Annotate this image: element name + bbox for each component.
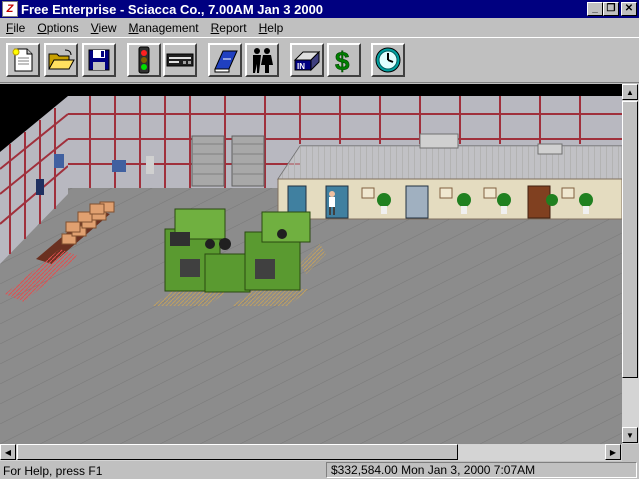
- dollar-icon: $: [335, 46, 351, 74]
- menu-view-label: iew: [98, 20, 117, 35]
- machine-icon: [166, 53, 194, 67]
- close-button[interactable]: ✕: [621, 2, 637, 16]
- new-button[interactable]: [6, 43, 40, 77]
- status-help-text: For Help, press F1: [3, 464, 103, 478]
- horizontal-scroll-thumb[interactable]: [17, 444, 458, 460]
- menu-options[interactable]: Options: [31, 21, 84, 35]
- save-button[interactable]: [82, 43, 116, 77]
- dollar-label: $: [335, 46, 350, 74]
- menu-help-label: elp: [267, 20, 284, 35]
- status-bar: For Help, press F1 $332,584.00 Mon Jan 3…: [0, 461, 639, 479]
- clock-button[interactable]: [371, 43, 405, 77]
- inbox-button[interactable]: IN: [290, 43, 324, 77]
- menu-help-hotkey: H: [258, 20, 268, 35]
- staff-button[interactable]: [245, 43, 279, 77]
- finance-button[interactable]: $: [327, 43, 361, 77]
- traffic-light-icon: [138, 46, 150, 74]
- in-tray-icon: IN: [293, 50, 321, 72]
- new-document-icon: [12, 48, 33, 72]
- window-title: Free Enterprise - Sciacca Co., 7.00AM Ja…: [21, 1, 324, 17]
- menu-help[interactable]: Help: [253, 21, 290, 35]
- vertical-scroll-thumb[interactable]: [622, 101, 638, 378]
- wall-door: [36, 179, 44, 195]
- menu-options-label: ptions: [46, 20, 79, 35]
- toolbar: IN $: [0, 37, 639, 83]
- in-tray-label: IN: [297, 62, 305, 71]
- book-button[interactable]: [208, 43, 242, 77]
- menu-bar: File Options View Management Report Help: [0, 18, 639, 37]
- menu-report-hotkey: R: [210, 20, 220, 35]
- menu-report[interactable]: Report: [205, 21, 253, 35]
- minimize-button[interactable]: _: [587, 2, 603, 16]
- save-disk-icon: [88, 49, 110, 71]
- menu-report-label: eport: [219, 20, 247, 35]
- status-balance-time: $332,584.00 Mon Jan 3, 2000 7:07AM: [326, 462, 637, 478]
- vertical-scrollbar[interactable]: ▲ ▼: [622, 84, 639, 444]
- scroll-right-button[interactable]: ▶: [605, 444, 621, 460]
- scroll-up-button[interactable]: ▲: [622, 84, 638, 100]
- traffic-light-button[interactable]: [127, 43, 161, 77]
- menu-file[interactable]: File: [0, 21, 31, 35]
- factory-scene: [0, 84, 622, 444]
- open-folder-icon: [48, 49, 75, 70]
- menu-management-hotkey: M: [128, 20, 139, 35]
- menu-management[interactable]: Management: [123, 21, 205, 35]
- scrollbar-corner: [622, 444, 639, 461]
- menu-options-hotkey: O: [37, 20, 47, 35]
- app-icon[interactable]: Z: [2, 1, 18, 17]
- restore-button[interactable]: ❐: [603, 2, 619, 16]
- menu-management-label: anagement: [138, 20, 199, 35]
- menu-file-label: ile: [13, 20, 26, 35]
- window-controls: _ ❐ ✕: [587, 2, 637, 16]
- office-door-3: [405, 185, 429, 219]
- scroll-left-button[interactable]: ◀: [0, 444, 16, 460]
- machine-button[interactable]: [163, 43, 197, 77]
- menu-view[interactable]: View: [85, 21, 123, 35]
- clock-icon: [375, 47, 401, 73]
- wall-sign: [112, 160, 126, 172]
- horizontal-scrollbar[interactable]: ◀ ▶: [0, 444, 622, 461]
- scroll-down-button[interactable]: ▼: [622, 427, 638, 443]
- book-icon: [214, 50, 238, 73]
- office-door-1: [287, 185, 307, 213]
- menu-view-hotkey: V: [90, 20, 99, 35]
- people-icon: [253, 48, 273, 73]
- title-bar[interactable]: Z Free Enterprise - Sciacca Co., 7.00AM …: [0, 0, 639, 18]
- factory-view[interactable]: [0, 84, 622, 444]
- open-button[interactable]: [44, 43, 78, 77]
